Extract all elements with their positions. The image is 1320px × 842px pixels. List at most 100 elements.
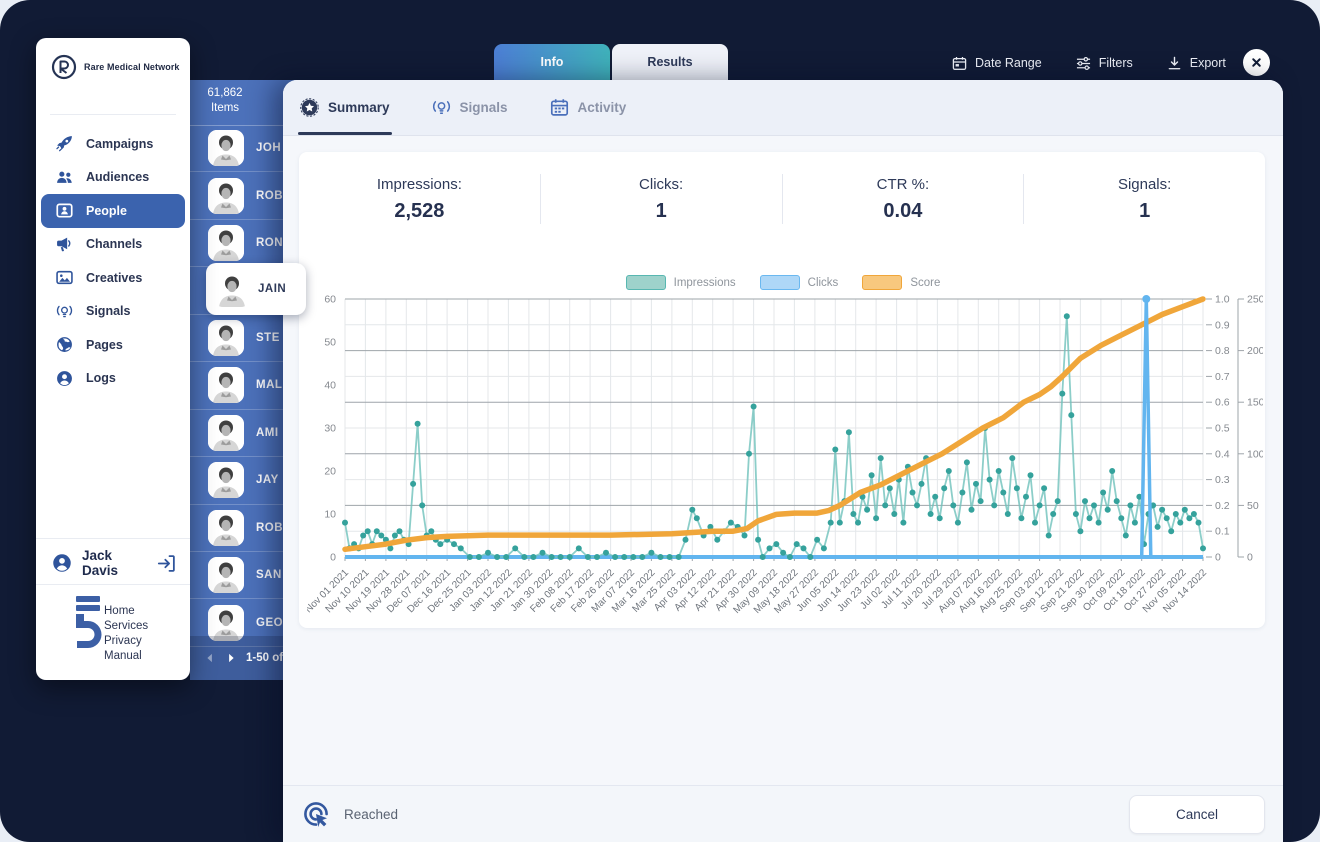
footer-link-privacy[interactable]: Privacy	[104, 634, 148, 649]
globe-icon	[56, 336, 73, 353]
person-name: JAIN	[258, 283, 287, 295]
modal-footer: Reached Cancel	[283, 785, 1283, 842]
stat-value: 1	[655, 199, 667, 222]
footer-links: Home Services Privacy Manual	[104, 604, 148, 664]
sidebar-item-label: Channels	[86, 237, 143, 252]
reached-status: Reached	[301, 799, 398, 829]
footer-link-home[interactable]: Home	[104, 604, 148, 619]
stats-row: Impressions: 2,528 Clicks: 1 CTR %: 0.04 Signa…	[299, 160, 1265, 238]
chevron-left-icon[interactable]	[204, 652, 216, 664]
stat-impressions: Impressions: 2,528	[299, 176, 540, 223]
legend-label: Score	[910, 276, 941, 289]
selected-person-row[interactable]: JAIN	[206, 263, 306, 315]
stat-value: 2,528	[394, 199, 445, 222]
sidebar-item-label: Creatives	[86, 270, 143, 285]
svg-text:0.7: 0.7	[1215, 371, 1230, 383]
sidebar-item-signals[interactable]: Signals	[41, 295, 185, 329]
footer-link-services[interactable]: Services	[104, 619, 148, 634]
legend-item-impressions: Impressions	[625, 275, 736, 290]
person-name: JAY	[256, 474, 279, 487]
svg-text:50: 50	[1247, 500, 1259, 512]
rare-medical-logo-icon	[51, 54, 77, 80]
svg-text:20: 20	[324, 466, 336, 478]
svg-text:0.6: 0.6	[1215, 397, 1230, 409]
megaphone-icon	[56, 236, 73, 253]
tab-activity[interactable]: Activity	[550, 80, 626, 135]
avatar	[208, 509, 244, 546]
items-count: 61,862 Items	[196, 86, 254, 116]
rocket-icon	[56, 135, 73, 152]
sidebar: Rare Medical Network Campaigns Audiences P…	[36, 38, 190, 680]
svg-text:30: 30	[324, 423, 336, 435]
tab-summary[interactable]: Summary	[298, 80, 392, 135]
sidebar-nav: Campaigns Audiences People Channels Creative…	[36, 127, 190, 395]
modal-tab-bar: Summary Signals Activity	[283, 80, 1283, 136]
sidebar-item-label: Logs	[86, 371, 116, 386]
tab-results[interactable]: Results	[612, 44, 728, 80]
avatar	[208, 177, 244, 214]
person-name: GEO	[256, 616, 284, 629]
avatar	[208, 462, 244, 499]
avatar	[214, 271, 250, 307]
tab-signals[interactable]: Signals	[432, 80, 508, 135]
sidebar-item-channels[interactable]: Channels	[41, 228, 185, 262]
chart-legend: Impressions Clicks Score	[283, 275, 1283, 290]
signal-bulb-icon	[432, 98, 451, 117]
avatar	[208, 367, 244, 404]
sidebar-item-people[interactable]: People	[41, 194, 185, 228]
svg-text:200: 200	[1247, 345, 1263, 357]
stat-ctr: CTR %: 0.04	[783, 176, 1024, 223]
sidebar-item-audiences[interactable]: Audiences	[41, 161, 185, 195]
results-chart[interactable]: Nov 01 2021Nov 10 2021Nov 19 2021Nov 28 …	[307, 255, 1263, 635]
divider	[36, 584, 190, 585]
sidebar-item-campaigns[interactable]: Campaigns	[41, 127, 185, 161]
close-button[interactable]	[1243, 49, 1270, 76]
sidebar-item-label: Pages	[86, 337, 123, 352]
download-icon	[1167, 56, 1182, 71]
sidebar-item-pages[interactable]: Pages	[41, 328, 185, 362]
footer-link-manual[interactable]: Manual	[104, 649, 148, 664]
cancel-button[interactable]: Cancel	[1129, 794, 1265, 834]
legend-item-score: Score	[862, 275, 940, 290]
stat-value: 0.04	[883, 199, 923, 222]
action-date-range[interactable]: Date Range	[952, 49, 1042, 77]
logout-icon[interactable]	[157, 554, 176, 573]
svg-text:10: 10	[324, 509, 336, 521]
tab-info[interactable]: Info	[494, 44, 610, 80]
svg-text:0: 0	[1247, 552, 1253, 564]
action-filters[interactable]: Filters	[1076, 49, 1133, 77]
stat-value: 1	[1139, 199, 1151, 222]
svg-text:0.1: 0.1	[1215, 526, 1230, 538]
audience-icon	[56, 169, 73, 186]
action-export[interactable]: Export	[1167, 49, 1226, 77]
avatar	[208, 414, 244, 451]
chevron-right-icon[interactable]	[225, 652, 237, 664]
person-name: ROB	[256, 521, 284, 534]
sidebar-item-label: Campaigns	[86, 136, 154, 151]
svg-text:50: 50	[324, 337, 336, 349]
svg-text:0: 0	[1215, 552, 1221, 564]
divider	[36, 538, 190, 539]
sidebar-item-creatives[interactable]: Creatives	[41, 261, 185, 295]
person-name: RON	[256, 237, 284, 250]
svg-text:0.4: 0.4	[1215, 448, 1230, 460]
tab-label: Signals	[459, 100, 508, 115]
signal-bulb-icon	[56, 303, 73, 320]
legend-swatch	[759, 275, 800, 290]
svg-text:40: 40	[324, 380, 336, 392]
results-modal: Summary Signals Activity Impressions: 2,528…	[283, 80, 1283, 842]
svg-text:60: 60	[324, 294, 336, 306]
stat-label: Clicks:	[639, 175, 684, 193]
five-logo	[74, 596, 104, 656]
action-label: Export	[1189, 56, 1226, 70]
star-badge-icon	[300, 98, 319, 117]
person-name: AMI	[256, 426, 279, 439]
avatar	[208, 225, 244, 262]
stat-clicks: Clicks: 1	[541, 176, 782, 223]
legend-label: Clicks	[807, 276, 839, 289]
svg-text:0.2: 0.2	[1215, 500, 1230, 512]
sidebar-item-logs[interactable]: Logs	[41, 362, 185, 396]
divider	[50, 114, 176, 115]
svg-text:0.8: 0.8	[1215, 345, 1230, 357]
image-icon	[56, 269, 73, 286]
